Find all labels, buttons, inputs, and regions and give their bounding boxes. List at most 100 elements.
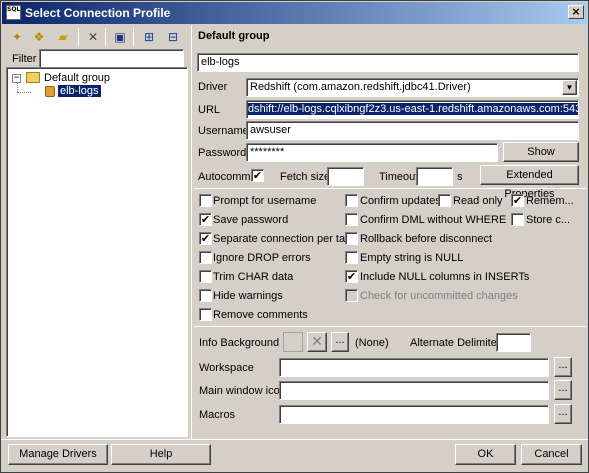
option-label: Store c... [526,214,571,226]
pane-splitter[interactable] [191,25,192,440]
confirm-dml-checkbox[interactable] [345,213,358,226]
autocommit-label: Autocommit [198,171,257,183]
cancel-button[interactable]: Cancel [521,444,582,465]
prompt-username-checkbox[interactable] [199,194,212,207]
tree-line [17,92,31,93]
option-label: Remove comments [213,309,308,321]
choose-color-button[interactable]: ... [331,332,349,352]
username-field[interactable]: awsuser [246,121,579,140]
driver-select[interactable]: Redshift (com.amazon.redshift.jdbc41.Dri… [246,78,579,97]
tree-group-label: Default group [44,72,111,84]
filter-input[interactable] [39,49,184,68]
new-profile-icon: ✦ [11,30,23,44]
new-group-icon: ▰ [58,30,68,44]
section-divider [194,326,586,327]
profile-name-field[interactable]: elb-logs [197,53,579,72]
check-icon: ✔ [252,169,263,182]
sql-app-icon: SQL [6,5,21,20]
delete-button[interactable]: ✕ [83,28,103,46]
read-only-checkbox[interactable] [438,194,451,207]
help-button[interactable]: Help [111,444,211,465]
check-icon: ✔ [200,232,211,245]
option-label: Prompt for username [213,195,317,207]
store-checkbox[interactable] [511,213,524,226]
timeout-unit: s [457,171,463,183]
main-window-icon-field[interactable] [279,381,549,400]
alternate-delimiter-label: Alternate Delimiter [410,337,501,349]
copy-profile-icon: ❖ [33,30,45,44]
clear-icon: ✕ [311,333,323,349]
extended-properties-button[interactable]: Extended Properties [480,165,579,200]
remember-checkbox[interactable]: ✔ [511,194,524,207]
collapse-button[interactable]: ⊟ [163,28,183,46]
confirm-updates-checkbox[interactable] [345,194,358,207]
check-icon: ✔ [200,213,211,226]
main-icon-browse-button[interactable]: ... [554,380,572,400]
chevron-down-icon: ▼ [565,83,574,92]
option-label: Rollback before disconnect [360,233,493,245]
show-password-button[interactable]: Show password [503,142,579,177]
copy-profile-button[interactable]: ❖ [29,28,49,46]
check-uncommitted-checkbox [345,289,358,302]
option-label: Hide warnings [213,290,283,302]
ignore-drop-errors-checkbox[interactable] [199,251,212,264]
footer-divider [1,439,588,440]
color-swatch[interactable] [283,332,303,352]
url-label: URL [198,104,221,116]
close-icon: × [571,5,581,18]
fetch-size-field[interactable] [327,167,364,186]
empty-string-null-checkbox[interactable] [345,251,358,264]
ok-button[interactable]: OK [455,444,516,465]
driver-label: Driver [198,81,228,93]
url-value: dshift://elb-logs.cqlxibngf2z3.us-east-1… [248,103,578,115]
timeout-field[interactable] [416,167,453,186]
title-bar[interactable]: SQL Select Connection Profile × [2,2,587,24]
password-field[interactable]: ******** [246,143,498,162]
manage-drivers-button[interactable]: Manage Drivers [8,444,108,465]
filter-label: Filter [12,53,37,65]
driver-dropdown-button[interactable]: ▼ [562,80,577,95]
option-label: Trim CHAR data [213,271,294,283]
tree-collapse-icon[interactable]: − [12,74,21,83]
option-label: Include NULL columns in INSERTs [360,271,530,283]
hide-warnings-checkbox[interactable] [199,289,212,302]
timeout-label: Timeout [379,171,419,183]
macros-field[interactable] [279,405,549,424]
profile-group-header: Default group [198,30,270,42]
save-button[interactable]: ▣ [110,28,130,46]
fetch-size-label: Fetch size [280,171,331,183]
clear-color-button[interactable]: ✕ [307,332,327,352]
trim-char-data-checkbox[interactable] [199,270,212,283]
url-field[interactable]: dshift://elb-logs.cqlxibngf2z3.us-east-1… [246,100,579,119]
new-profile-button[interactable]: ✦ [7,28,27,46]
expand-button[interactable]: ⊞ [139,28,159,46]
option-label: Empty string is NULL [360,252,464,264]
separate-connection-checkbox[interactable]: ✔ [199,232,212,245]
info-background-label: Info Background [199,337,280,349]
new-group-button[interactable]: ▰ [53,28,73,46]
remove-comments-checkbox[interactable] [199,308,212,321]
rollback-disconnect-checkbox[interactable] [345,232,358,245]
option-label: Ignore DROP errors [213,252,311,264]
workspace-field[interactable] [279,358,549,377]
driver-value: Redshift (com.amazon.redshift.jdbc41.Dri… [250,81,471,93]
option-label: Confirm updates [360,195,441,207]
autocommit-checkbox[interactable]: ✔ [251,169,264,182]
close-button[interactable]: × [568,5,584,19]
collapse-icon: ⊟ [167,30,179,44]
save-password-checkbox[interactable]: ✔ [199,213,212,226]
profile-tree[interactable]: − Default group elb-logs [6,67,188,437]
option-label: Confirm DML without WHERE [360,214,507,226]
macros-browse-button[interactable]: ... [554,404,572,424]
workspace-browse-button[interactable]: ... [554,357,572,377]
toolbar-separator [78,28,79,46]
alternate-delimiter-field[interactable] [496,333,531,352]
save-icon: ▣ [114,30,126,44]
include-null-columns-checkbox[interactable]: ✔ [345,270,358,283]
main-window-icon-label: Main window icon [199,385,286,397]
toolbar-separator [133,28,134,46]
check-icon: ✔ [346,270,357,283]
window-title: Select Connection Profile [25,6,171,20]
tree-item-label: elb-logs [58,85,101,97]
connection-profile-dialog: SQL Select Connection Profile × ✦ ❖ ▰ ✕ … [0,0,589,473]
